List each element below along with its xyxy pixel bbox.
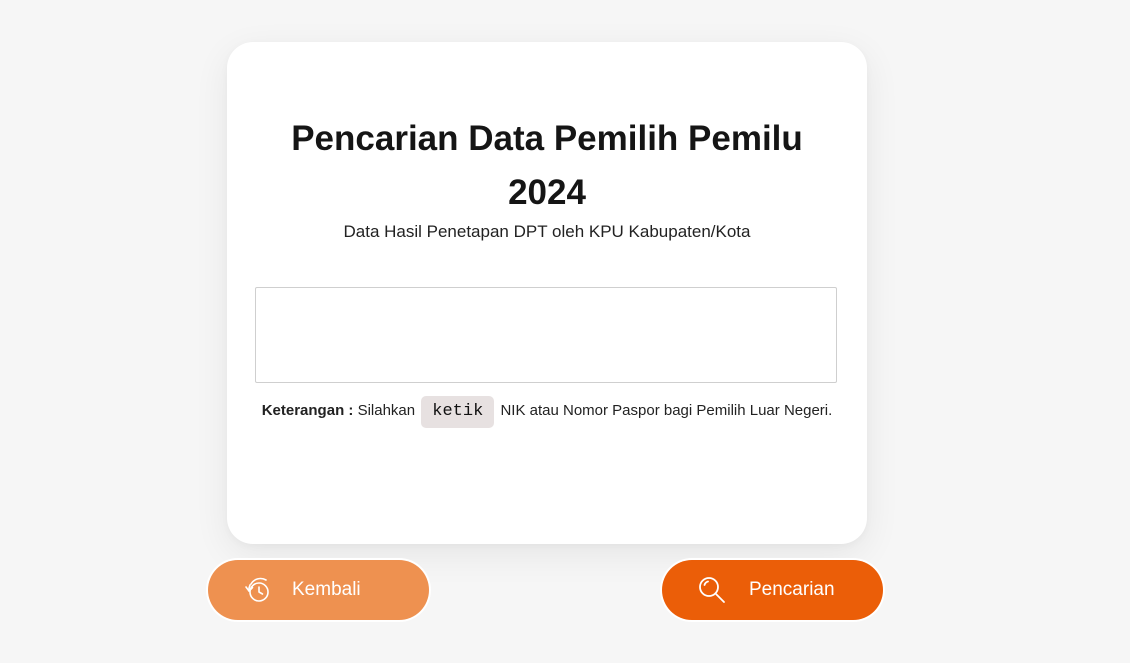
hint-label: Keterangan :: [261, 402, 354, 419]
hint-text-before: Silahkan: [357, 402, 416, 419]
page-title: Pencarian Data Pemilih Pemilu 2024: [291, 119, 803, 212]
back-button[interactable]: Kembali: [208, 560, 429, 620]
search-button-label: Pencarian: [749, 579, 835, 600]
hint-text-after: NIK atau Nomor Paspor bagi Pemilih Luar …: [500, 402, 833, 419]
hint-keyword: ketik: [421, 396, 495, 428]
page: Pencarian Data Pemilih Pemilu 2024 Data …: [0, 0, 1130, 663]
search-button[interactable]: Pencarian: [662, 560, 883, 620]
search-icon: [696, 574, 728, 606]
history-icon: [242, 574, 274, 606]
search-hint: Keterangan : Silahkan ketik NIK atau Nom…: [227, 395, 867, 428]
search-card: Pencarian Data Pemilih Pemilu 2024 Data …: [227, 42, 867, 544]
back-button-label: Kembali: [292, 579, 361, 600]
page-subtitle: Data Hasil Penetapan DPT oleh KPU Kabupa…: [343, 222, 751, 241]
nik-search-input[interactable]: [255, 287, 837, 383]
